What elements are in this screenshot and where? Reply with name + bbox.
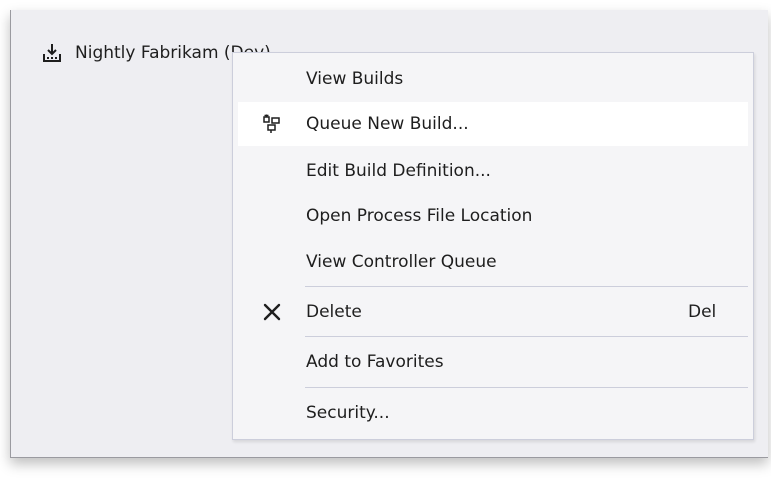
screenshot-canvas: Nightly Fabrikam (Dev) View Builds Queue… xyxy=(0,0,771,481)
menu-item-edit-build-definition[interactable]: Edit Build Definition... xyxy=(238,149,748,193)
queue-build-icon xyxy=(263,114,280,133)
menu-separator xyxy=(305,387,748,388)
menu-item-queue-new-build[interactable]: Queue New Build... xyxy=(238,102,748,146)
build-download-icon xyxy=(43,44,61,62)
menu-item-delete[interactable]: Delete Del xyxy=(238,290,748,334)
menu-separator xyxy=(305,286,748,287)
menu-item-open-process-file-location[interactable]: Open Process File Location xyxy=(238,194,748,238)
menu-item-security[interactable]: Security... xyxy=(238,391,748,435)
menu-item-label: View Controller Queue xyxy=(306,252,497,272)
menu-item-label: Security... xyxy=(306,403,390,423)
menu-item-view-controller-queue[interactable]: View Controller Queue xyxy=(238,240,748,284)
menu-item-label: Add to Favorites xyxy=(306,352,444,372)
menu-item-label: Open Process File Location xyxy=(306,206,533,226)
menu-item-label: Edit Build Definition... xyxy=(306,161,491,181)
menu-item-label: Queue New Build... xyxy=(306,114,469,134)
menu-item-label: Delete xyxy=(306,302,362,322)
menu-separator xyxy=(305,336,748,337)
delete-x-icon xyxy=(263,303,281,321)
menu-item-add-to-favorites[interactable]: Add to Favorites xyxy=(238,340,748,384)
menu-item-label: View Builds xyxy=(306,69,404,89)
context-menu: View Builds Queue New Build... Edit Buil… xyxy=(232,52,754,440)
shortcut-label: Del xyxy=(688,302,717,322)
menu-item-view-builds[interactable]: View Builds xyxy=(238,57,748,101)
